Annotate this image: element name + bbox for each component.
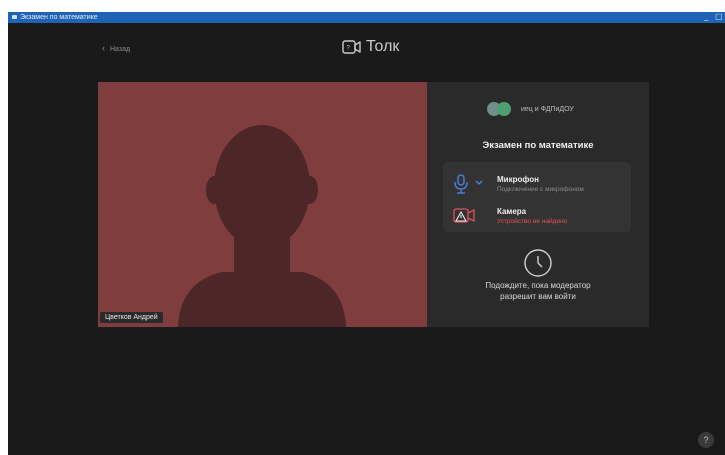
minimize-button[interactable]: _ [704,12,708,23]
chevron-left-icon: ‹ [102,43,105,53]
app-icon [12,15,17,19]
waiting-line-1: Подождите, пока модератор [485,281,591,290]
app-window: Экзамен по математике _ ▢ ‹ Назад ? Толк … [8,12,725,455]
waiting-line-2: разрешит вам войти [500,292,576,301]
organization-avatars [487,102,515,116]
microphone-status: Подключение с микрофоном [497,186,584,193]
avatar [497,102,511,116]
user-silhouette-icon [178,125,346,327]
microphone-label: Микрофон [497,175,539,184]
exam-title: Экзамен по математике [482,140,594,151]
app-logo: ? Толк [342,38,399,56]
maximize-button[interactable]: ▢ [715,12,723,23]
camera-status: Устройство не найдено [497,218,568,225]
join-panel: иец и ФДПиДОУ Экзамен по математике Микр… [427,82,649,327]
title-bar: Экзамен по математике _ ▢ [8,12,725,23]
logo-text: Толк [366,38,400,55]
svg-text:?: ? [347,46,351,52]
self-video-preview: Цветков Андрей [98,82,427,327]
organization: иец и ФДПиДОУ [487,102,574,116]
chevron-down-icon [475,180,483,185]
clock-icon [524,249,552,277]
help-button[interactable]: ? [698,432,714,448]
participant-name-tag: Цветков Андрей [100,312,163,323]
waiting-message: Подождите, пока модератор разрешит вам в… [427,280,649,302]
camera-warning-icon [453,208,475,223]
window-title: Экзамен по математике [20,14,98,21]
back-label: Назад [110,46,131,53]
video-camera-icon: ? [342,40,361,54]
organization-name: иец и ФДПиДОУ [521,105,574,113]
camera-row[interactable]: Камера Устройство не найдено [443,200,631,230]
device-list: Микрофон Подключение с микрофоном Камера… [443,162,631,232]
back-button[interactable]: ‹ Назад [102,43,130,53]
microphone-icon [454,174,483,194]
camera-label: Камера [497,207,527,216]
microphone-row[interactable]: Микрофон Подключение с микрофоном [443,168,631,198]
